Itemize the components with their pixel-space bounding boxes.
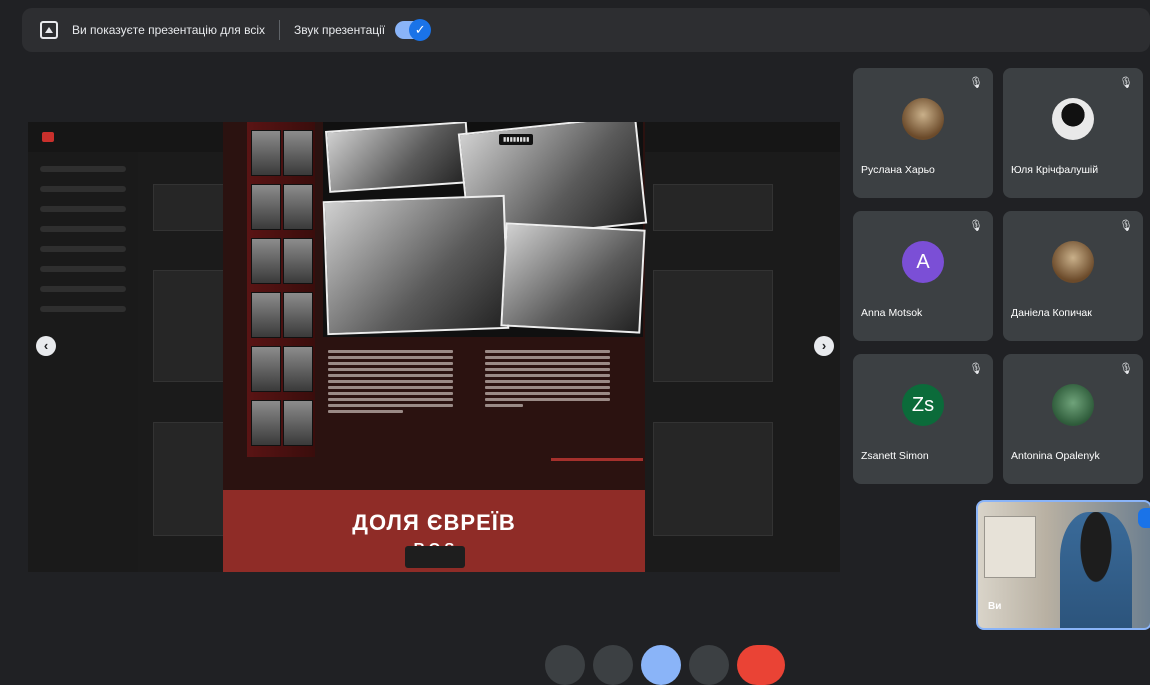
participant-name: Antonina Opalenyk — [1011, 450, 1100, 462]
self-view-menu-button[interactable] — [1138, 508, 1150, 528]
document-thumbnail — [153, 184, 225, 231]
mic-off-icon: 🎙 — [969, 77, 983, 89]
previous-page-button[interactable]: ‹ — [36, 336, 56, 356]
document-thumbnail — [153, 270, 225, 382]
presentation-sound-label: Звук презентації — [294, 23, 386, 37]
meeting-controls — [545, 645, 785, 685]
leave-call-button[interactable] — [737, 645, 785, 685]
participant-name: Даніела Копичак — [1011, 307, 1092, 319]
photo-collage: ▮▮▮▮▮▮▮▮ — [322, 122, 648, 337]
self-view-label: Ви — [988, 601, 1002, 612]
next-page-button[interactable]: › — [814, 336, 834, 356]
avatar — [1052, 98, 1094, 140]
slide-tooltip: ▮▮▮▮▮▮▮▮ — [499, 134, 534, 145]
divider — [279, 20, 281, 40]
avatar — [902, 98, 944, 140]
avatar: Zs — [902, 384, 944, 426]
more-options-button[interactable] — [689, 645, 729, 685]
presenting-status-text: Ви показуєте презентацію для всіх — [72, 23, 266, 37]
mic-off-icon: 🎙 — [969, 363, 983, 375]
participant-tile[interactable]: 🎙 Юля Крічфалушій — [1003, 68, 1143, 198]
participant-tile[interactable]: 🎙 Руслана Харьо — [853, 68, 993, 198]
presentation-slide: ▮▮▮▮▮▮▮▮ ДОЛЯ ЄВРЕЇВ R Q S — [223, 122, 648, 572]
slide-playback-controls[interactable] — [405, 546, 465, 568]
self-video — [1060, 512, 1132, 628]
mic-button[interactable] — [545, 645, 585, 685]
present-button[interactable] — [641, 645, 681, 685]
mic-off-icon: 🎙 — [1119, 363, 1133, 375]
shared-screen: ▮▮▮▮▮▮▮▮ ДОЛЯ ЄВРЕЇВ R Q S ‹ › — [28, 122, 840, 572]
background-shelf — [984, 516, 1036, 578]
presenting-bar: Ви показуєте презентацію для всіх Звук п… — [22, 8, 1150, 52]
mic-off-icon: 🎙 — [969, 220, 983, 232]
mic-off-icon: 🎙 — [1119, 77, 1133, 89]
participant-name: Anna Motsok — [861, 307, 923, 319]
check-icon: ✓ — [409, 19, 432, 41]
document-thumbnail — [653, 422, 773, 536]
self-view-tile[interactable]: Ви — [976, 500, 1150, 630]
avatar — [1052, 384, 1094, 426]
mic-off-icon: 🎙 — [1119, 220, 1133, 232]
participant-tile[interactable]: 🎙 Даніела Копичак — [1003, 211, 1143, 341]
participant-name: Юля Крічфалушій — [1011, 164, 1099, 176]
shared-document-sidebar — [28, 152, 138, 572]
participant-tile[interactable]: 🎙 Zs Zsanett Simon — [853, 354, 993, 484]
avatar: A — [902, 241, 944, 283]
slide-text-english — [485, 347, 610, 410]
avatar — [1052, 241, 1094, 283]
document-thumbnail — [653, 184, 773, 231]
portrait-column — [247, 122, 315, 457]
present-screen-icon — [40, 21, 58, 39]
participant-name: Руслана Харьо — [861, 164, 935, 176]
slide-title: ДОЛЯ ЄВРЕЇВ — [352, 510, 516, 535]
document-thumbnail — [153, 422, 225, 536]
participant-tile[interactable]: 🎙 A Anna Motsok — [853, 211, 993, 341]
slide-text-ukrainian — [328, 347, 453, 416]
app-logo-icon — [42, 132, 54, 142]
document-thumbnail — [653, 270, 773, 382]
participant-tile[interactable]: 🎙 Antonina Opalenyk — [1003, 354, 1143, 484]
participant-name: Zsanett Simon — [861, 450, 929, 462]
presentation-sound-toggle[interactable]: ✓ — [395, 19, 432, 41]
slide-accent-line — [551, 458, 643, 461]
camera-button[interactable] — [593, 645, 633, 685]
